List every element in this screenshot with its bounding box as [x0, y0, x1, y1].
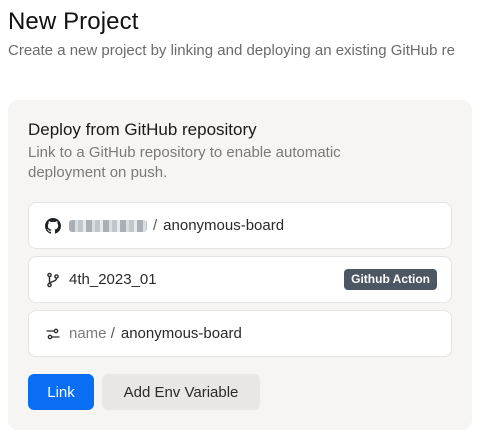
git-branch-icon [45, 272, 61, 288]
redacted-owner [69, 219, 147, 232]
name-separator: / [110, 325, 115, 342]
add-env-variable-button[interactable]: Add Env Variable [102, 374, 260, 410]
deploy-card: Deploy from GitHub repository Link to a … [8, 100, 472, 430]
project-name-value: anonymous-board [120, 325, 242, 342]
repository-row[interactable]: / anonymous-board [28, 202, 452, 249]
page-subtitle: Create a new project by linking and depl… [8, 42, 455, 59]
project-name-row[interactable]: name / anonymous-board [28, 310, 452, 357]
repository-name: anonymous-board [163, 217, 285, 234]
branch-row[interactable]: 4th_2023_01 Github Action [28, 256, 452, 303]
link-button[interactable]: Link [28, 374, 94, 410]
name-label: name [69, 325, 107, 342]
card-description: Link to a GitHub repository to enable au… [28, 144, 341, 181]
github-icon [45, 217, 61, 234]
github-action-badge: Github Action [344, 269, 437, 290]
page-title: New Project [8, 8, 139, 35]
branch-name: 4th_2023_01 [69, 271, 157, 288]
repo-separator: / [153, 217, 158, 234]
card-title: Deploy from GitHub repository [28, 120, 257, 139]
sliders-icon [45, 326, 61, 342]
new-project-page: New Project Create a new project by link… [0, 0, 486, 444]
